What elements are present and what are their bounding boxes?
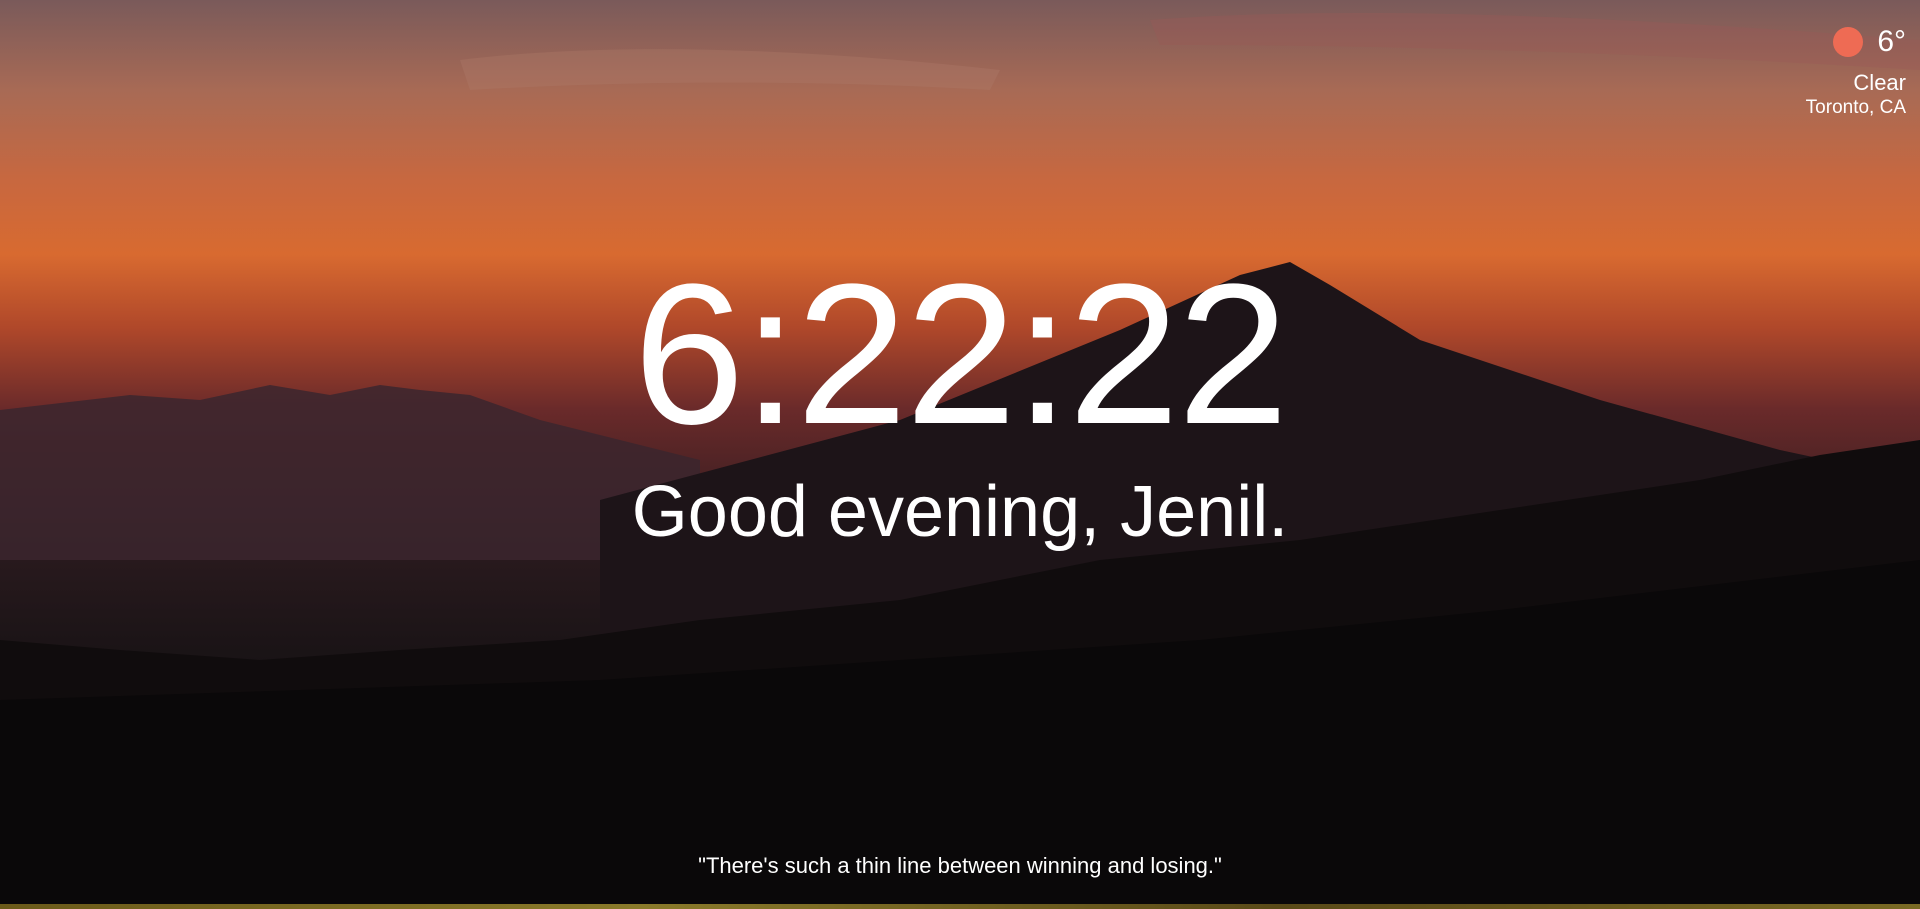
temperature: 6° xyxy=(1877,25,1906,58)
sun-icon xyxy=(1833,27,1864,57)
weather-widget[interactable]: 6° Clear Toronto, CA xyxy=(1806,24,1906,120)
quote-text: "There's such a thin line between winnin… xyxy=(698,853,1222,878)
clock-time: 6:22:22 xyxy=(633,243,1288,466)
weather-location: Toronto, CA xyxy=(1805,97,1906,118)
bottom-strip xyxy=(0,904,1920,909)
greeting-text: Good evening, Jenil. xyxy=(631,472,1289,552)
weather-row: 6° xyxy=(1806,24,1906,60)
weather-condition: Clear xyxy=(1853,70,1906,95)
